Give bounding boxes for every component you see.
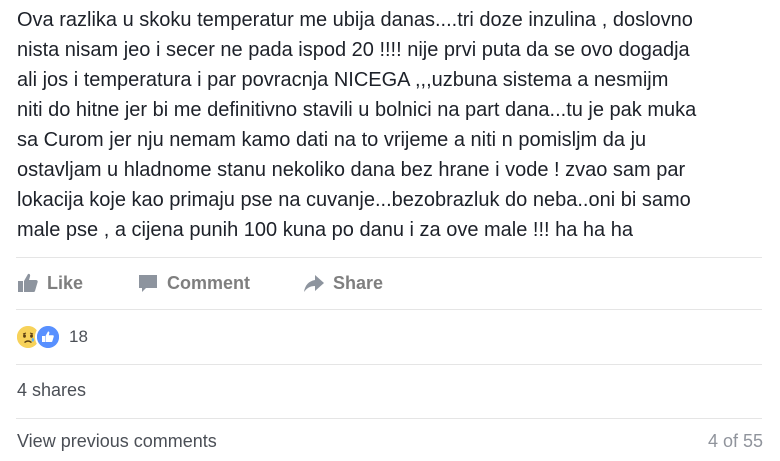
divider bbox=[16, 309, 762, 310]
view-previous-comments-link[interactable]: View previous comments bbox=[17, 431, 217, 452]
share-arrow-icon bbox=[303, 272, 325, 294]
comment-label: Comment bbox=[167, 272, 251, 293]
thumbs-up-icon bbox=[17, 272, 39, 294]
like-icon bbox=[35, 324, 61, 350]
divider bbox=[16, 364, 762, 365]
comment-icon bbox=[137, 272, 159, 294]
post-text: Ova razlika u skoku temperatur me ubija … bbox=[17, 9, 697, 241]
reactions-summary[interactable]: 18 bbox=[15, 323, 88, 351]
reaction-count: 18 bbox=[69, 327, 88, 346]
divider bbox=[16, 418, 762, 419]
share-button[interactable]: Share bbox=[303, 266, 383, 300]
post-actions: Like Comment Share bbox=[0, 266, 780, 300]
shares-count[interactable]: 4 shares bbox=[17, 380, 86, 401]
comment-button[interactable]: Comment bbox=[137, 266, 250, 300]
comments-pager: 4 of 55 bbox=[707, 431, 763, 451]
share-label: Share bbox=[333, 272, 384, 293]
like-button[interactable]: Like bbox=[17, 266, 83, 300]
divider bbox=[16, 257, 762, 258]
like-label: Like bbox=[47, 272, 84, 293]
